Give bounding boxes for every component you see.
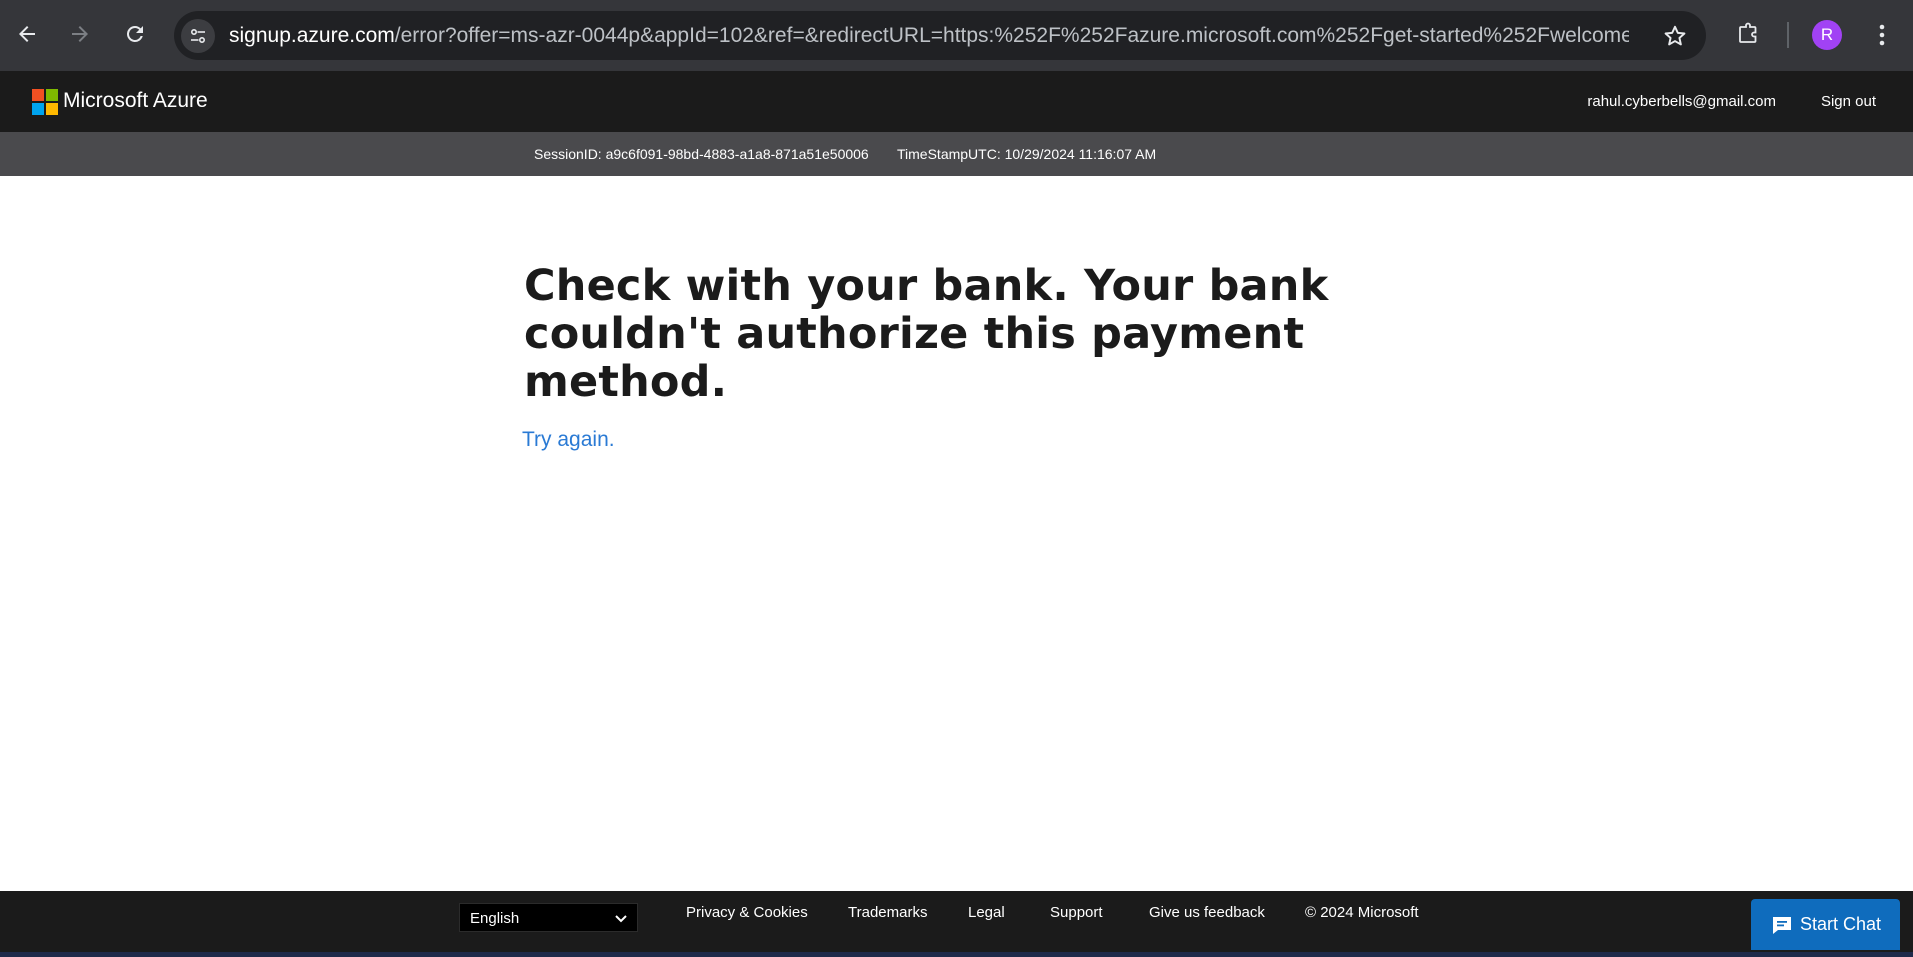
language-select[interactable]: English <box>459 903 638 932</box>
os-taskbar-edge <box>0 952 1913 957</box>
site-info-button[interactable] <box>181 19 215 53</box>
copyright-text: © 2024 Microsoft <box>1305 904 1419 921</box>
brand-name[interactable]: Microsoft Azure <box>63 88 208 114</box>
sign-out-link[interactable]: Sign out <box>1821 93 1876 110</box>
session-id: SessionID: a9c6f091-98bd-4883-a1a8-871a5… <box>534 146 869 162</box>
support-link[interactable]: Support <box>1050 904 1103 921</box>
session-info-bar: SessionID: a9c6f091-98bd-4883-a1a8-871a5… <box>0 132 1913 176</box>
start-chat-button[interactable]: Start Chat <box>1751 899 1900 950</box>
feedback-link[interactable]: Give us feedback <box>1149 904 1265 921</box>
url-path: /error?offer=ms-azr-0044p&appId=102&ref=… <box>394 24 1629 47</box>
privacy-cookies-link[interactable]: Privacy & Cookies <box>686 904 808 921</box>
logo-red-square <box>32 89 44 101</box>
kebab-menu-icon <box>1879 24 1885 46</box>
legal-link[interactable]: Legal <box>968 904 1005 921</box>
logo-green-square <box>46 89 58 101</box>
profile-avatar[interactable]: R <box>1812 20 1842 50</box>
logo-blue-square <box>32 103 44 115</box>
page-footer: English Privacy & Cookies Trademarks Leg… <box>0 891 1913 952</box>
url-host: signup.azure.com <box>229 24 395 47</box>
reload-icon <box>126 25 143 42</box>
back-arrow-icon <box>19 26 35 42</box>
start-chat-label: Start Chat <box>1799 914 1882 934</box>
forward-button[interactable] <box>60 14 100 54</box>
url-text[interactable]: signup.azure.com/error?offer=ms-azr-0044… <box>229 24 1629 48</box>
chat-icon <box>1772 916 1791 934</box>
browser-menu-button[interactable] <box>1870 18 1894 52</box>
error-headline: Check with your bank. Your bank couldn't… <box>524 261 1329 407</box>
forward-arrow-icon <box>72 26 88 42</box>
back-button[interactable] <box>7 14 47 54</box>
reload-button[interactable] <box>115 14 155 54</box>
address-bar[interactable]: signup.azure.com/error?offer=ms-azr-0044… <box>174 11 1706 60</box>
toolbar-divider <box>1787 22 1789 48</box>
star-icon[interactable] <box>1662 23 1688 49</box>
logo-yellow-square <box>46 103 58 115</box>
extensions-icon <box>1739 22 1757 43</box>
timestamp-utc: TimeStampUTC: 10/29/2024 11:16:07 AM <box>897 146 1157 162</box>
try-again-link[interactable]: Try again. <box>522 428 615 452</box>
site-info-icon <box>190 28 206 44</box>
user-email: rahul.cyberbells@gmail.com <box>1587 93 1776 110</box>
language-selected: English <box>470 910 520 927</box>
browser-toolbar: signup.azure.com/error?offer=ms-azr-0044… <box>0 0 1913 71</box>
chevron-down-icon <box>615 915 627 923</box>
microsoft-logo[interactable] <box>32 89 58 115</box>
azure-header: Microsoft Azure rahul.cyberbells@gmail.c… <box>0 71 1913 132</box>
extensions-button[interactable] <box>1730 16 1766 52</box>
trademarks-link[interactable]: Trademarks <box>848 904 927 921</box>
